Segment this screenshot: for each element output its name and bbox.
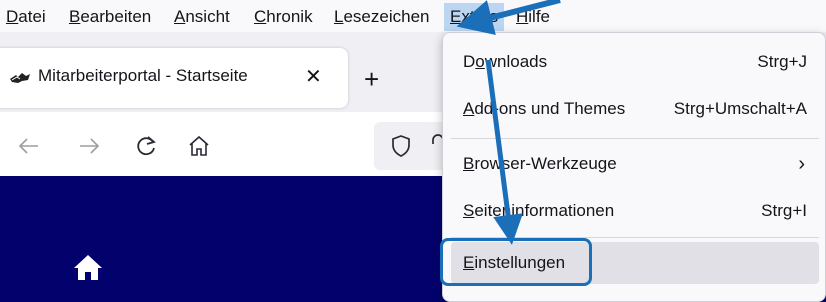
menu-item-label-rest: rowser-Werkzeuge [474,154,617,173]
menu-item-label-rest: instellungen [474,253,566,272]
menu-item-accesskey: E [463,253,475,272]
reload-icon[interactable] [134,134,160,158]
menu-hilfe[interactable]: Hilfe [516,5,550,29]
chevron-right-icon: › [798,153,805,175]
menu-item-label: D [463,52,476,71]
close-icon[interactable]: ✕ [305,64,322,89]
home-icon[interactable] [73,253,103,281]
menu-item-label-rest: dd-ons und Themes [474,99,626,118]
menu-item-shortcut: Strg+Umschalt+A [673,99,807,118]
home-icon[interactable] [186,134,212,158]
menu-item-label-rest: eiteninformationen [474,201,615,220]
menu-item-accesskey: B [463,154,475,173]
menu-item-settings[interactable]: Einstellungen [451,242,819,284]
menu-lesezeichen[interactable]: Lesezeichen [334,5,429,29]
extras-dropdown-menu: Downloads Strg+J Add-ons und Themes Strg… [442,32,826,302]
menu-item-downloads[interactable]: Downloads Strg+J [451,41,819,83]
site-favicon-icon [10,73,30,83]
tab-title: Mitarbeiterportal - Startseite [38,66,248,85]
back-arrow-icon[interactable] [16,134,42,158]
menu-bearbeiten[interactable]: Bearbeiten [69,5,151,29]
menu-item-browser-tools[interactable]: Browser-Werkzeuge › [451,143,819,185]
menu-item-page-info[interactable]: Seiteninformationen Strg+I [451,190,819,232]
menu-item-accesskey: o [475,52,485,71]
menu-ansicht[interactable]: Ansicht [174,5,230,29]
menu-separator [451,237,819,238]
menu-separator [451,138,819,139]
menu-item-label-rest: wnloads [484,52,548,71]
menu-item-shortcut: Strg+I [761,201,807,220]
plus-icon[interactable]: + [364,66,379,92]
menu-item-addons[interactable]: Add-ons und Themes Strg+Umschalt+A [451,88,819,130]
menu-chronik[interactable]: Chronik [254,5,313,29]
forward-arrow-icon[interactable] [76,134,102,158]
shield-icon[interactable] [390,134,412,158]
menu-item-shortcut: Strg+J [757,52,807,71]
menu-bar: Datei Bearbeiten Ansicht Chronik Lesezei… [0,0,826,32]
menu-item-accesskey: S [463,201,475,220]
tab-mitarbeiterportal[interactable]: Mitarbeiterportal - Startseite ✕ [0,48,348,108]
menu-extras[interactable]: Extras [444,3,505,31]
menu-datei[interactable]: Datei [6,5,46,29]
menu-item-accesskey: A [463,99,475,118]
